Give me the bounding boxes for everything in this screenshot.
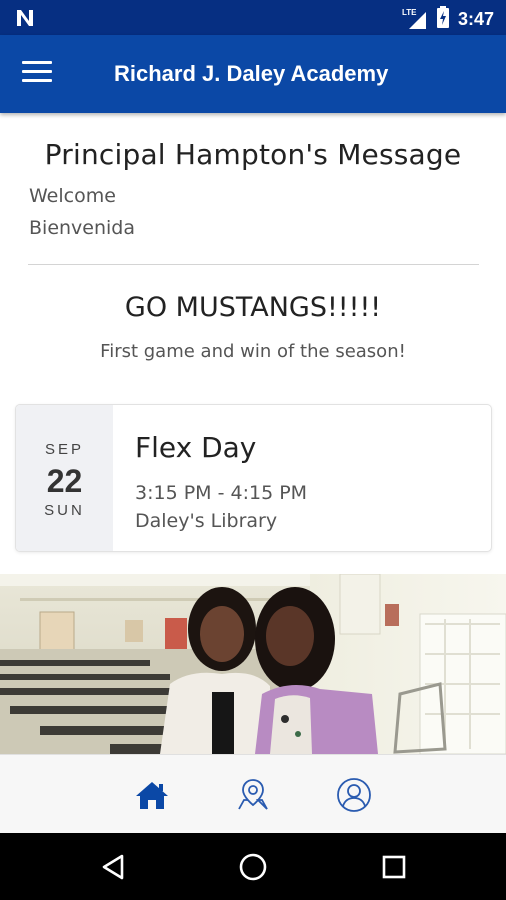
principal-message-title: Principal Hampton's Message bbox=[44, 138, 462, 171]
recents-icon[interactable] bbox=[378, 851, 410, 883]
message-line-bienvenida: Bienvenida bbox=[29, 217, 136, 239]
system-navigation-bar bbox=[0, 833, 506, 900]
battery-charging-icon bbox=[436, 6, 450, 33]
bottom-navigation bbox=[0, 754, 506, 833]
status-icons: LTE 3:47 bbox=[402, 6, 494, 33]
event-month: SEP bbox=[44, 441, 84, 458]
lte-signal-icon: LTE bbox=[402, 8, 428, 30]
n-logo-icon bbox=[14, 7, 36, 34]
home-circle-icon[interactable] bbox=[237, 851, 269, 883]
event-date-panel: SEP 22 SUN bbox=[16, 405, 113, 551]
event-location: Daley's Library bbox=[135, 510, 278, 532]
hamburger-menu-icon[interactable] bbox=[22, 61, 52, 87]
profile-icon[interactable] bbox=[334, 775, 374, 815]
message-line-welcome: Welcome bbox=[29, 185, 116, 207]
clock-time: 3:47 bbox=[457, 9, 494, 29]
event-weekday: SUN bbox=[44, 502, 85, 519]
event-day: 22 bbox=[46, 463, 83, 499]
event-card[interactable]: SEP 22 SUN Flex Day 3:15 PM - 4:15 PM Da… bbox=[15, 404, 492, 552]
event-time: 3:15 PM - 4:15 PM bbox=[135, 482, 308, 504]
announcement-title: GO MUSTANGS!!!!! bbox=[124, 292, 382, 323]
announcement-subtitle: First game and win of the season! bbox=[100, 341, 406, 362]
divider bbox=[28, 264, 479, 265]
home-icon[interactable] bbox=[132, 775, 172, 815]
featured-photo bbox=[0, 574, 506, 754]
app-bar: Richard J. Daley Academy bbox=[0, 35, 506, 113]
status-bar: LTE 3:47 bbox=[0, 0, 506, 35]
app-title: Richard J. Daley Academy bbox=[114, 61, 389, 86]
map-location-icon[interactable] bbox=[233, 775, 273, 815]
event-name: Flex Day bbox=[135, 431, 257, 464]
back-icon[interactable] bbox=[98, 851, 130, 883]
